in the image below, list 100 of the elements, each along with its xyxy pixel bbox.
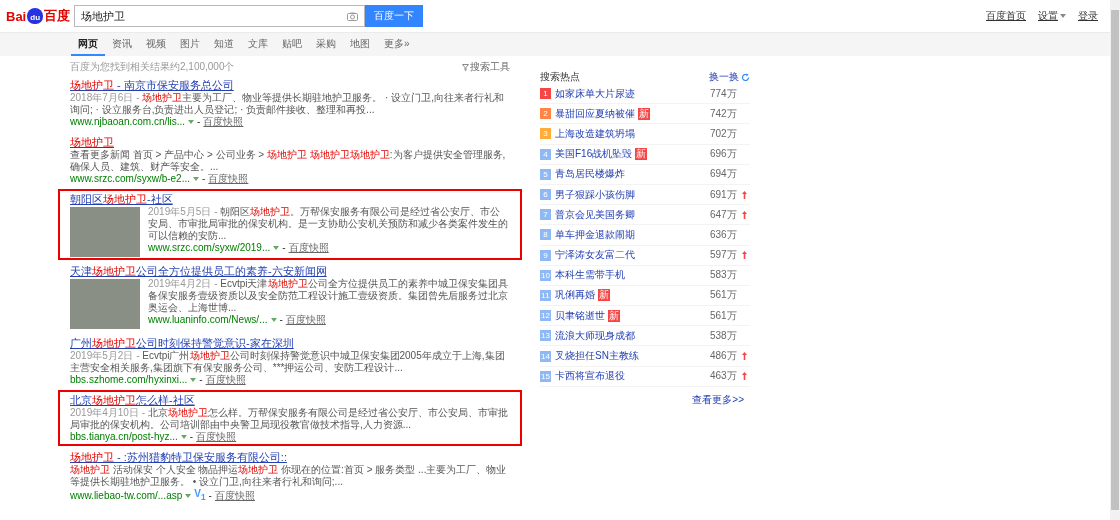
result-count: 百度为您找到相关结果约2,100,000个 <box>70 61 235 73</box>
snapshot-link[interactable]: 百度快照 <box>196 431 237 443</box>
result-title-link[interactable]: 场地护卫 - :苏州猎豹特卫保安服务有限公司:: <box>70 450 510 464</box>
hot-search-link[interactable]: 贝聿铭逝世 <box>555 308 605 323</box>
separator-text: - <box>189 431 194 443</box>
hot-count: 742万 <box>710 106 738 121</box>
result-url: www.srzc.com/syxw/b-e2... <box>70 173 191 185</box>
hot-count: 463万 <box>710 369 738 384</box>
hot-search-link[interactable]: 男子狠踩小孩伤脚 <box>555 187 635 202</box>
hot-search-link[interactable]: 流浪大师现身成都 <box>555 328 635 343</box>
hot-search-link[interactable]: 本科生需带手机 <box>555 268 625 283</box>
result-url: www.luaninfo.com/News/... <box>148 314 268 326</box>
snapshot-link[interactable]: 百度快照 <box>205 374 246 386</box>
baidu-logo[interactable]: Bai du 百度 <box>6 7 71 25</box>
hot-search-link[interactable]: 宁泽涛女友富二代 <box>555 248 635 263</box>
nav-tab[interactable]: 文库 <box>241 33 275 56</box>
hot-search-link[interactable]: 青岛居民楼爆炸 <box>555 167 625 182</box>
hot-count: 561万 <box>710 308 738 323</box>
hot-search-link[interactable]: 暴甜回应夏纳被催 <box>555 106 635 121</box>
hot-count: 583万 <box>710 268 738 283</box>
nav-tab[interactable]: 资讯 <box>105 33 139 56</box>
new-badge: 新 <box>608 309 620 322</box>
hot-search-link[interactable]: 普京会见美国务卿 <box>555 207 635 222</box>
result-title-link[interactable]: 朝阳区场地护卫-社区 <box>70 192 510 206</box>
snapshot-link[interactable]: 百度快照 <box>288 242 329 254</box>
result-url: www.njbaoan.com.cn/lis... <box>70 116 186 128</box>
v1-label: V$_{1}$ <box>194 488 206 503</box>
result-abstract: 2019年5月5日 - 朝阳区场地护卫。万帮保安服务有限公司是经过省公安厅、市公安局、市审批局审批的保安机构。是一支协助公安机关预防和减少各类案件发生的可以信赖的安防... <box>148 206 509 242</box>
nav-tab[interactable]: 地图 <box>343 33 377 56</box>
rank-badge: 7 <box>540 209 551 221</box>
hot-count: 636万 <box>710 227 738 242</box>
caret-icon <box>1060 14 1066 18</box>
caret-icon[interactable] <box>270 318 277 322</box>
caret-icon[interactable] <box>193 177 200 181</box>
result-abstract: 查看更多新闻 首页 > 产品中心 > 公司业务 > 场地护卫 场地护卫场地护卫:为客户提供安全管理服务,确保人员、建筑、财产等安全。... <box>70 149 507 173</box>
result-title-link[interactable]: 场地护卫 <box>70 135 510 149</box>
result-title-link[interactable]: 天津场地护卫公司全方位提供员工的素养-六安新闻网 <box>70 264 510 278</box>
scrollbar[interactable] <box>1110 0 1120 520</box>
separator-text: - <box>279 314 283 326</box>
search-tools-link[interactable]: 搜索工具 <box>462 61 510 73</box>
snapshot-link[interactable]: 百度快照 <box>285 314 326 326</box>
hot-count: 694万 <box>710 167 738 182</box>
top-link[interactable]: 设置 <box>1038 9 1066 23</box>
photo-placeholder <box>70 207 140 257</box>
top-link[interactable]: 百度首页 <box>986 9 1026 23</box>
nav-tab[interactable]: 网页 <box>71 33 105 56</box>
search-field[interactable]: 场地护卫 <box>74 5 366 27</box>
result-abstract: 2018年7月6日 - 场地护卫主要为工厂、物业等提供长期驻地护卫服务。 · 设立门卫,向往来者行礼和询问; · 设立服务台,负责进出人员登记; · 负责邮件接收、整理和再投... <box>70 92 505 116</box>
hot-search-link[interactable]: 单车押金退款闹期 <box>555 227 635 242</box>
snapshot-link[interactable]: 百度快照 <box>203 116 244 128</box>
photo-placeholder <box>70 279 140 329</box>
caret-icon[interactable] <box>190 378 197 382</box>
rank-badge: 13 <box>540 330 551 342</box>
hot-search-link[interactable]: 卡西将宣布退役 <box>555 369 625 384</box>
nav-tab[interactable]: 贴吧 <box>275 33 309 56</box>
nav-tab[interactable]: 知道 <box>207 33 241 56</box>
hot-search-link[interactable]: 叉烧担任SN主教练 <box>555 349 639 364</box>
hot-count: 538万 <box>710 328 738 343</box>
up-arrow-icon <box>742 210 747 219</box>
new-badge: 新 <box>635 148 648 161</box>
nav-tab[interactable]: 更多» <box>377 33 417 56</box>
nav-tab[interactable]: 图片 <box>173 33 207 56</box>
rank-badge: 12 <box>540 310 551 322</box>
see-more-link[interactable]: 查看更多>> <box>692 393 744 405</box>
snapshot-link[interactable]: 百度快照 <box>208 173 249 185</box>
rank-badge: 15 <box>540 370 551 382</box>
camera-icon[interactable] <box>347 12 359 21</box>
search-button[interactable]: 百度一下 <box>365 5 424 27</box>
result-url: www.srzc.com/syxw/2019... <box>148 242 271 254</box>
result-abstract: 场地护卫 活动保安 个人安全 物品押运场地护卫 你现在的位置:首页 > 服务类型 ...主要为工厂、物业等提供长期驻地护卫服务。 • 设立门卫,向往来者行礼和询问;... <box>70 464 508 488</box>
hot-search-link[interactable]: 巩俐再婚 <box>555 288 595 303</box>
top-link[interactable]: 登录 <box>1078 9 1098 23</box>
hot-search-link[interactable]: 美国F16战机坠毁 <box>555 147 633 162</box>
result-abstract: 2019年5月2日 - Ecvtpi广州场地护卫公司时刻保持警觉意识中城卫保安集团2005年成立于上海,集团主营安全相关服务,集团旗下有保安服务公司、***押运公司、安防工程设计... <box>70 350 506 374</box>
rank-badge: 5 <box>540 168 551 180</box>
rank-badge: 4 <box>540 148 551 160</box>
hot-search-link[interactable]: 上海改造建筑坍塌 <box>555 126 635 141</box>
result-title-link[interactable]: 北京场地护卫怎么样-社区 <box>70 393 510 407</box>
rank-badge: 9 <box>540 249 551 261</box>
nav-tab[interactable]: 视频 <box>139 33 173 56</box>
rank-badge: 14 <box>540 350 551 362</box>
hot-count: 597万 <box>710 248 738 263</box>
refresh-link[interactable]: 换一换 <box>709 70 750 84</box>
caret-icon[interactable] <box>273 246 280 250</box>
result-abstract: 2019年4月10日 - 北京场地护卫怎么样。万帮保安服务有限公司是经过省公安厅、市公安局、市审批局审批的保安机构。公司培训部由中央警卫局现役教官做技术指导,人力资源... <box>70 407 509 431</box>
separator-text: - <box>282 242 286 254</box>
rank-badge: 11 <box>540 289 551 301</box>
nav-tab[interactable]: 采购 <box>309 33 343 56</box>
snapshot-link[interactable]: 百度快照 <box>214 489 255 502</box>
rank-badge: 8 <box>540 229 551 241</box>
result-title-link[interactable]: 场地护卫 - 南京市保安服务总公司 <box>70 78 510 92</box>
separator-text: - <box>202 173 206 185</box>
hot-search-title: 搜索热点 <box>540 70 580 84</box>
hot-count: 774万 <box>710 86 738 101</box>
separator-text: - <box>199 374 203 386</box>
caret-icon[interactable] <box>185 493 192 498</box>
hot-search-link[interactable]: 如家床单大片尿迹 <box>555 86 635 101</box>
caret-icon[interactable] <box>188 120 195 124</box>
rank-badge: 1 <box>540 88 551 100</box>
caret-icon[interactable] <box>180 435 187 439</box>
